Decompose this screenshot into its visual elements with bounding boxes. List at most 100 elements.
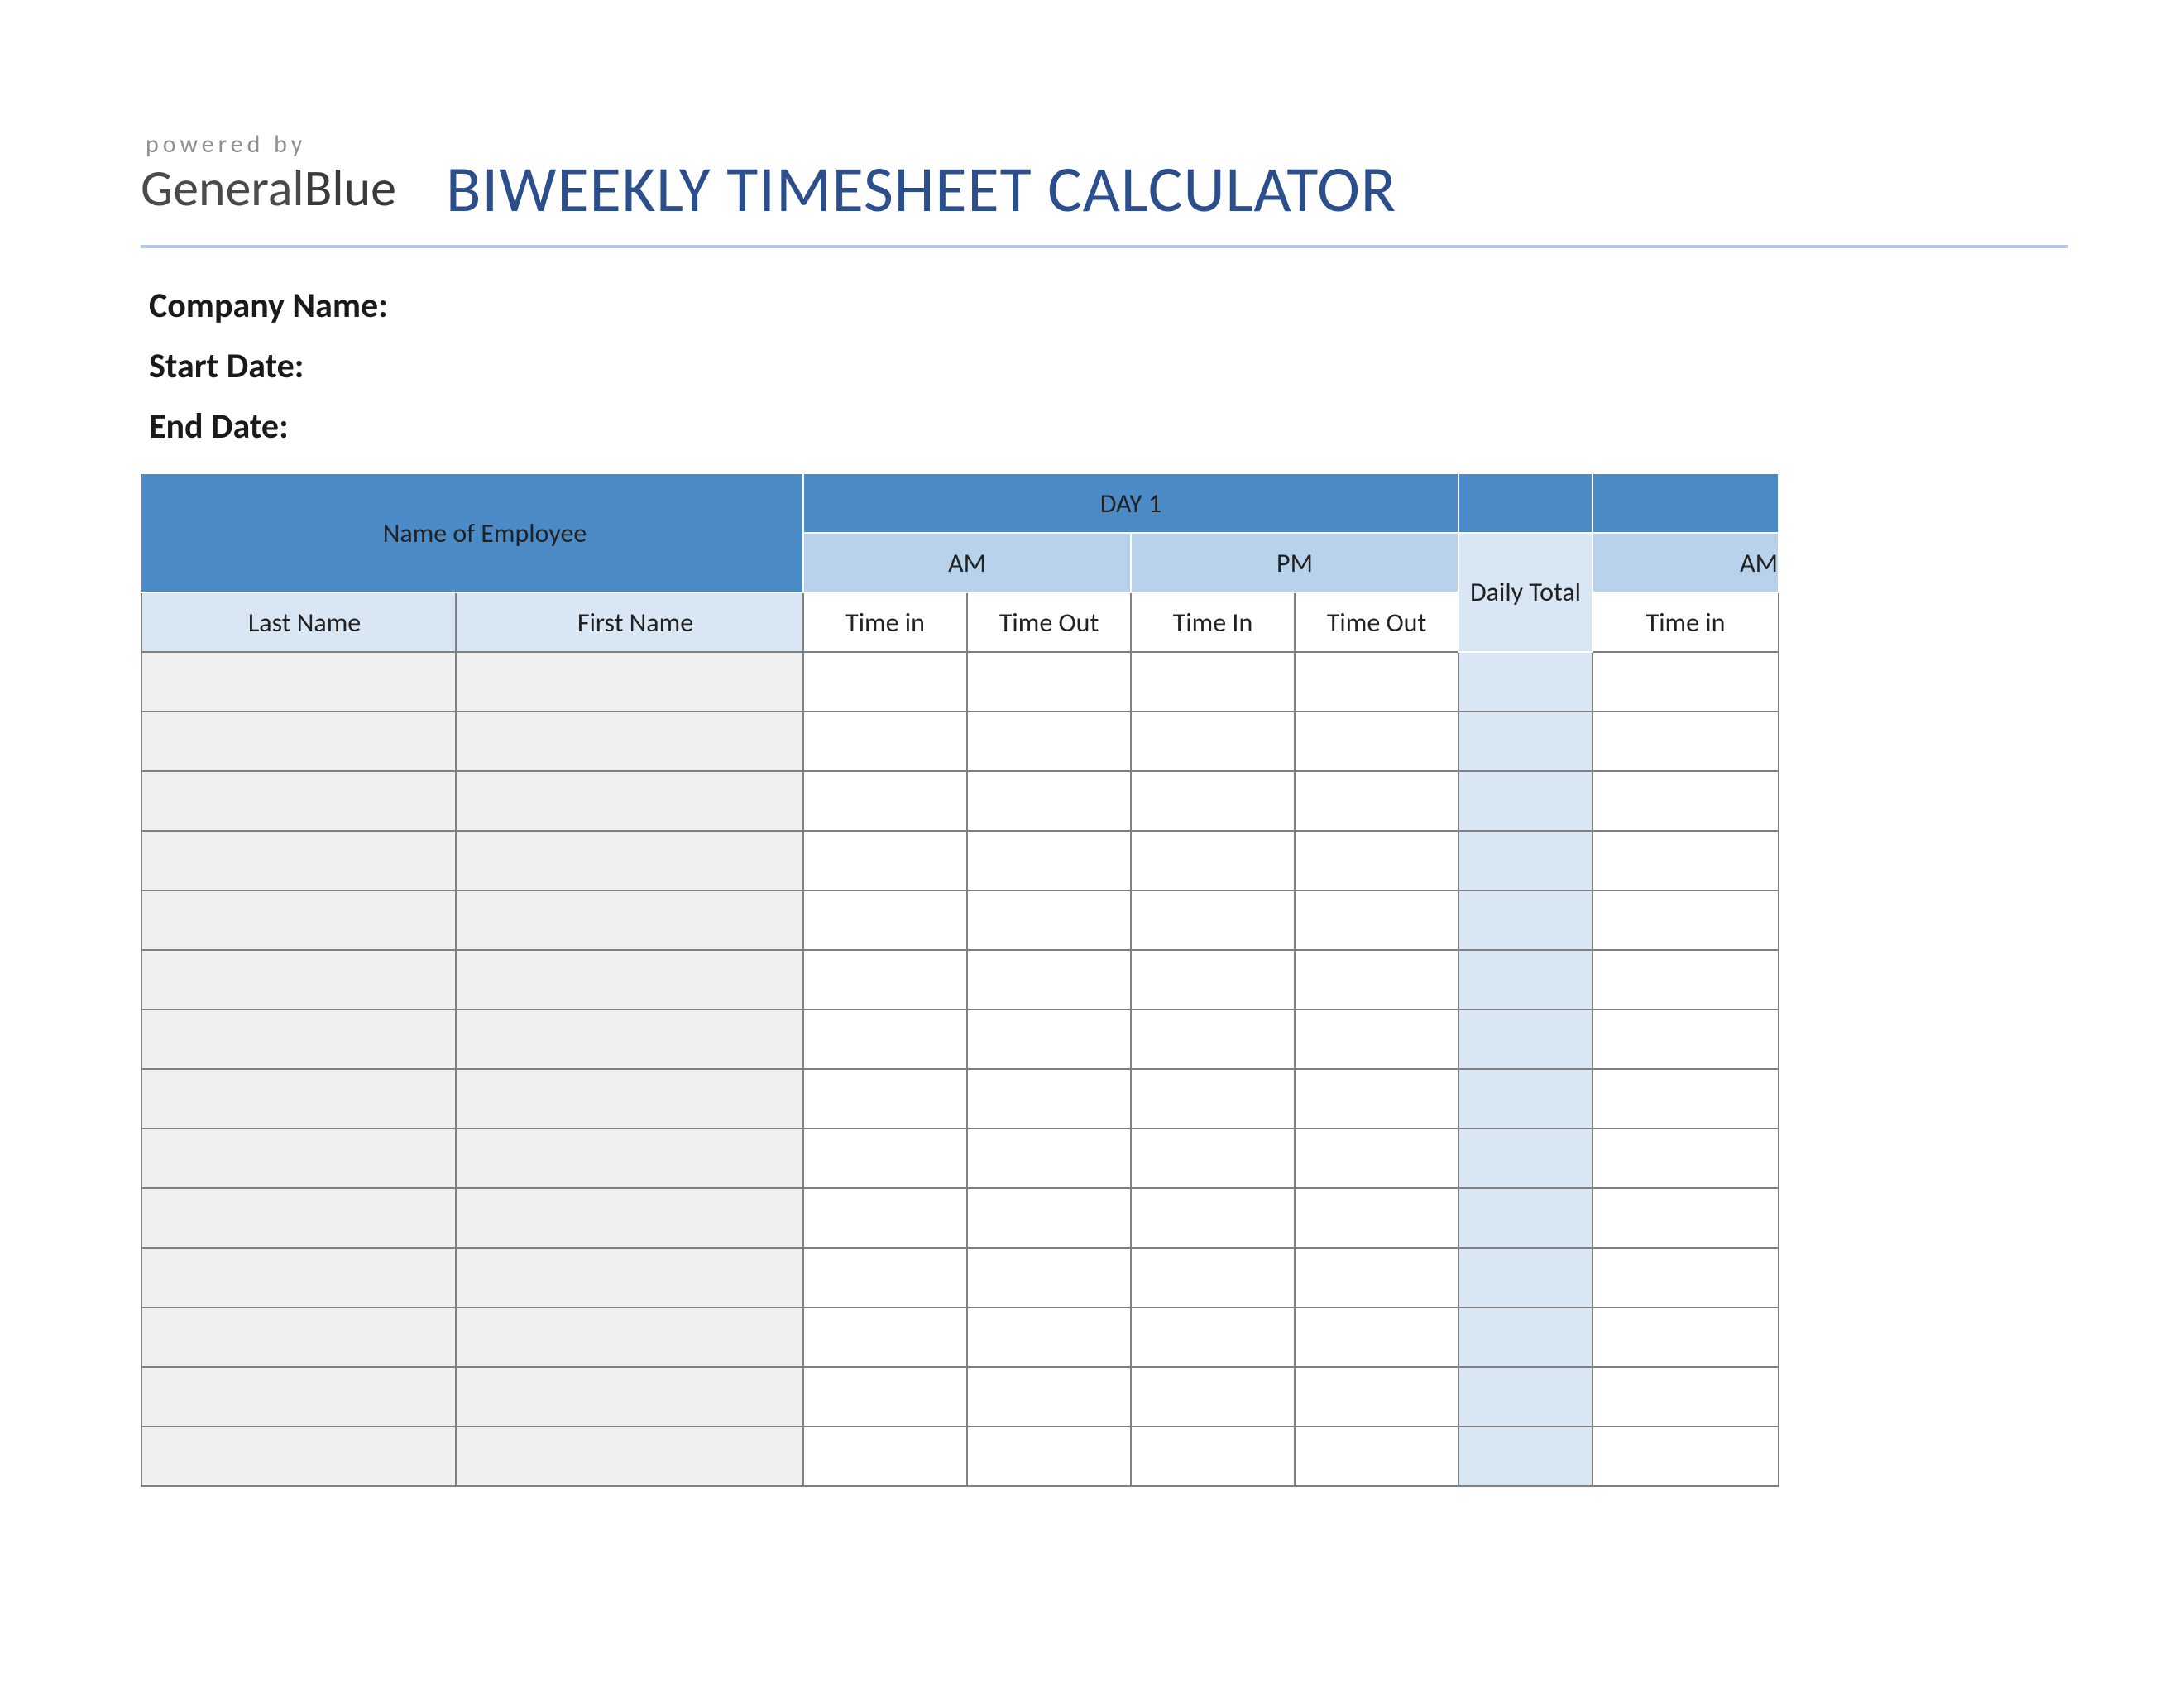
daily-total-cell[interactable] [1458, 652, 1592, 712]
daily-total-cell[interactable] [1458, 1069, 1592, 1129]
first-name-cell[interactable] [456, 1427, 803, 1486]
time-out-am-cell[interactable] [967, 1248, 1131, 1307]
time-out-am-cell[interactable] [967, 950, 1131, 1009]
time-out-pm-cell[interactable] [1295, 1188, 1458, 1248]
time-in-day2-cell[interactable] [1592, 1129, 1779, 1188]
time-in-am-cell[interactable] [803, 1129, 967, 1188]
time-in-am-cell[interactable] [803, 1188, 967, 1248]
last-name-cell[interactable] [141, 652, 456, 712]
time-in-day2-cell[interactable] [1592, 652, 1779, 712]
last-name-cell[interactable] [141, 771, 456, 831]
time-in-day2-cell[interactable] [1592, 1367, 1779, 1427]
time-in-am-cell[interactable] [803, 890, 967, 950]
time-in-pm-cell[interactable] [1131, 1069, 1295, 1129]
time-in-pm-cell[interactable] [1131, 1307, 1295, 1367]
first-name-cell[interactable] [456, 712, 803, 771]
daily-total-cell[interactable] [1458, 950, 1592, 1009]
time-in-am-cell[interactable] [803, 1009, 967, 1069]
time-in-day2-cell[interactable] [1592, 1188, 1779, 1248]
time-in-pm-cell[interactable] [1131, 1129, 1295, 1188]
time-in-am-cell[interactable] [803, 1069, 967, 1129]
time-out-pm-cell[interactable] [1295, 1367, 1458, 1427]
time-in-am-cell[interactable] [803, 831, 967, 890]
time-out-pm-cell[interactable] [1295, 1069, 1458, 1129]
first-name-cell[interactable] [456, 831, 803, 890]
daily-total-cell[interactable] [1458, 1367, 1592, 1427]
time-out-pm-cell[interactable] [1295, 1248, 1458, 1307]
last-name-cell[interactable] [141, 1129, 456, 1188]
last-name-cell[interactable] [141, 1248, 456, 1307]
time-in-am-cell[interactable] [803, 771, 967, 831]
last-name-cell[interactable] [141, 712, 456, 771]
time-out-am-cell[interactable] [967, 712, 1131, 771]
first-name-cell[interactable] [456, 652, 803, 712]
time-in-pm-cell[interactable] [1131, 950, 1295, 1009]
time-in-am-cell[interactable] [803, 950, 967, 1009]
time-out-am-cell[interactable] [967, 1129, 1131, 1188]
time-in-day2-cell[interactable] [1592, 1427, 1779, 1486]
last-name-cell[interactable] [141, 1188, 456, 1248]
time-out-pm-cell[interactable] [1295, 1129, 1458, 1188]
daily-total-cell[interactable] [1458, 712, 1592, 771]
time-out-pm-cell[interactable] [1295, 1009, 1458, 1069]
time-in-am-cell[interactable] [803, 652, 967, 712]
time-in-am-cell[interactable] [803, 1427, 967, 1486]
first-name-cell[interactable] [456, 771, 803, 831]
time-in-pm-cell[interactable] [1131, 1188, 1295, 1248]
last-name-cell[interactable] [141, 950, 456, 1009]
time-in-pm-cell[interactable] [1131, 771, 1295, 831]
daily-total-cell[interactable] [1458, 890, 1592, 950]
time-in-day2-cell[interactable] [1592, 1248, 1779, 1307]
time-in-am-cell[interactable] [803, 1307, 967, 1367]
time-in-am-cell[interactable] [803, 712, 967, 771]
time-out-am-cell[interactable] [967, 1069, 1131, 1129]
time-out-am-cell[interactable] [967, 771, 1131, 831]
time-out-am-cell[interactable] [967, 1367, 1131, 1427]
last-name-cell[interactable] [141, 831, 456, 890]
time-in-pm-cell[interactable] [1131, 712, 1295, 771]
time-in-day2-cell[interactable] [1592, 831, 1779, 890]
first-name-cell[interactable] [456, 1248, 803, 1307]
daily-total-cell[interactable] [1458, 1009, 1592, 1069]
time-in-am-cell[interactable] [803, 1248, 967, 1307]
daily-total-cell[interactable] [1458, 1188, 1592, 1248]
first-name-cell[interactable] [456, 1009, 803, 1069]
first-name-cell[interactable] [456, 950, 803, 1009]
time-out-am-cell[interactable] [967, 831, 1131, 890]
time-in-pm-cell[interactable] [1131, 890, 1295, 950]
first-name-cell[interactable] [456, 1069, 803, 1129]
daily-total-cell[interactable] [1458, 1129, 1592, 1188]
last-name-cell[interactable] [141, 1307, 456, 1367]
time-out-pm-cell[interactable] [1295, 950, 1458, 1009]
time-out-am-cell[interactable] [967, 1307, 1131, 1367]
last-name-cell[interactable] [141, 1427, 456, 1486]
first-name-cell[interactable] [456, 1188, 803, 1248]
time-in-pm-cell[interactable] [1131, 1009, 1295, 1069]
time-in-pm-cell[interactable] [1131, 831, 1295, 890]
daily-total-cell[interactable] [1458, 771, 1592, 831]
time-in-day2-cell[interactable] [1592, 1307, 1779, 1367]
time-in-day2-cell[interactable] [1592, 890, 1779, 950]
time-in-pm-cell[interactable] [1131, 652, 1295, 712]
time-out-am-cell[interactable] [967, 652, 1131, 712]
time-out-pm-cell[interactable] [1295, 890, 1458, 950]
daily-total-cell[interactable] [1458, 1427, 1592, 1486]
last-name-cell[interactable] [141, 1069, 456, 1129]
daily-total-cell[interactable] [1458, 1307, 1592, 1367]
time-out-pm-cell[interactable] [1295, 1427, 1458, 1486]
time-in-day2-cell[interactable] [1592, 771, 1779, 831]
time-in-day2-cell[interactable] [1592, 1009, 1779, 1069]
first-name-cell[interactable] [456, 1367, 803, 1427]
time-out-am-cell[interactable] [967, 1009, 1131, 1069]
first-name-cell[interactable] [456, 1307, 803, 1367]
time-out-pm-cell[interactable] [1295, 771, 1458, 831]
daily-total-cell[interactable] [1458, 1248, 1592, 1307]
last-name-cell[interactable] [141, 890, 456, 950]
time-in-day2-cell[interactable] [1592, 1069, 1779, 1129]
first-name-cell[interactable] [456, 890, 803, 950]
daily-total-cell[interactable] [1458, 831, 1592, 890]
time-out-pm-cell[interactable] [1295, 831, 1458, 890]
time-in-pm-cell[interactable] [1131, 1248, 1295, 1307]
time-out-am-cell[interactable] [967, 1427, 1131, 1486]
last-name-cell[interactable] [141, 1009, 456, 1069]
